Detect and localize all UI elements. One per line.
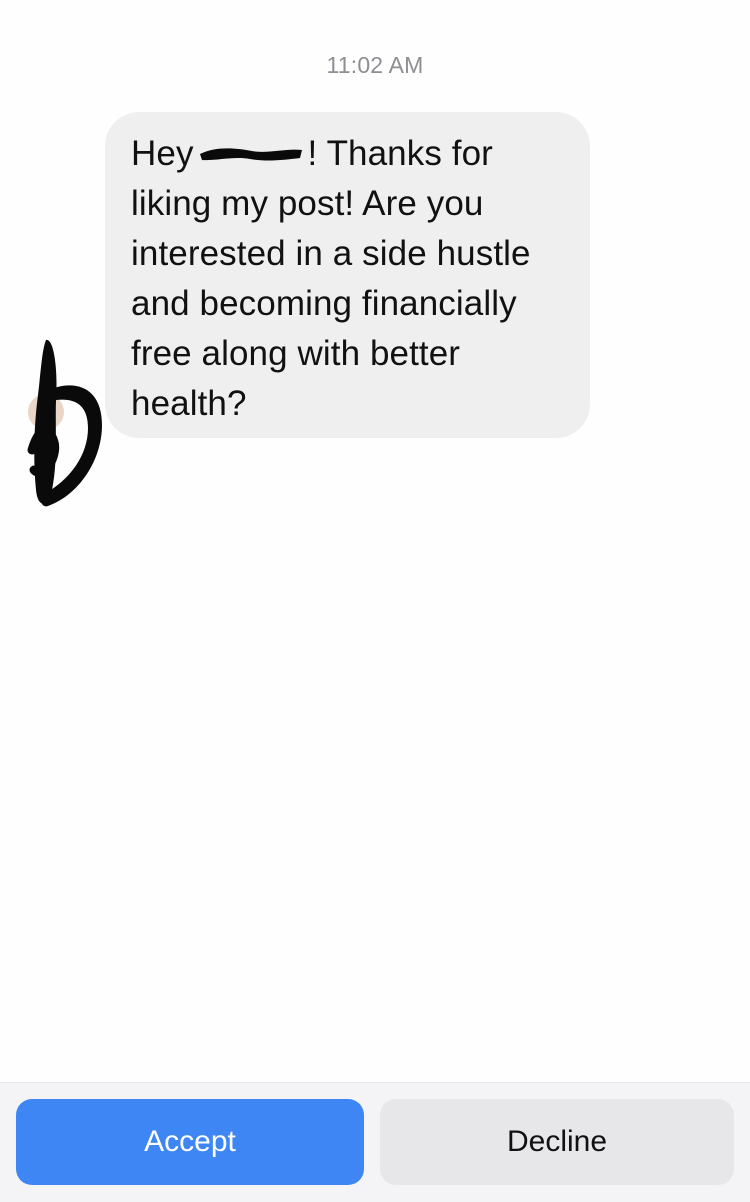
message-timestamp: 11:02 AM xyxy=(326,52,424,78)
message-request-screen: 11:02 AM Hey! Thanks for liking my post!… xyxy=(0,0,750,1202)
message-text: Hey! Thanks for liking my post! Are you … xyxy=(131,129,570,429)
message-bubble[interactable]: Hey! Thanks for liking my post! Are you … xyxy=(105,112,590,438)
avatar-icon[interactable] xyxy=(24,330,110,516)
accept-button[interactable]: Accept xyxy=(16,1099,364,1185)
request-actions-bar: Accept Decline xyxy=(0,1082,750,1202)
message-body: ! Thanks for liking my post! Are you int… xyxy=(131,134,531,423)
message-greeting: Hey xyxy=(131,134,194,173)
avatar-scribble xyxy=(34,339,57,504)
redacted-name-scribble xyxy=(199,148,302,161)
decline-button[interactable]: Decline xyxy=(380,1099,734,1185)
